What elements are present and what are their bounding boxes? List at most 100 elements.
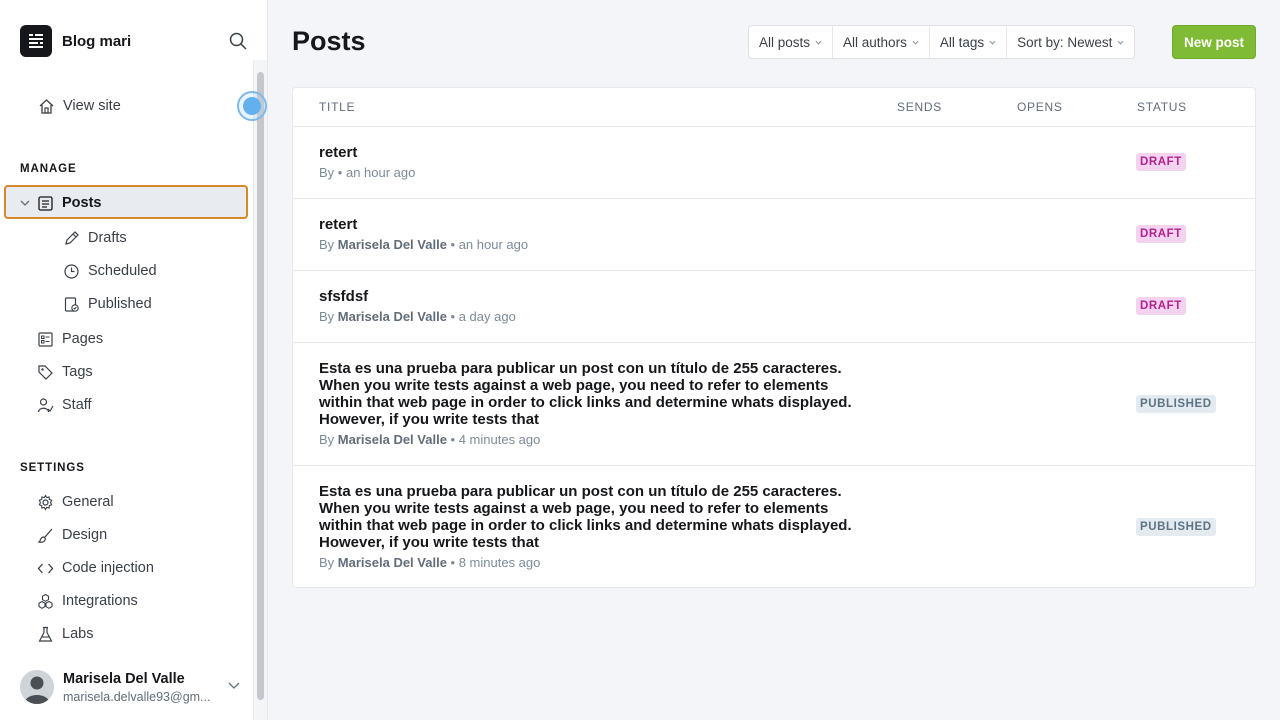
user-name: Marisela Del Valle	[63, 670, 185, 687]
post-time: a day ago	[458, 309, 516, 324]
chevron-down-icon	[815, 40, 822, 44]
filter-label: All authors	[843, 34, 907, 50]
post-author: Marisela Del Valle	[337, 237, 447, 252]
sidebar-item-label: Integrations	[62, 593, 138, 609]
sidebar-item-label: Code injection	[62, 560, 154, 576]
status-badge: DRAFT	[1136, 225, 1186, 243]
post-meta: By Marisela Del Valle • an hour ago	[319, 237, 529, 252]
sidebar-scrollbar-thumb[interactable]	[257, 72, 264, 700]
pages-icon	[36, 330, 54, 348]
page-title: Posts	[292, 26, 366, 56]
column-header-sends[interactable]: SENDS	[897, 100, 942, 114]
filter-post-type[interactable]: All posts	[749, 26, 834, 58]
code-icon	[36, 559, 54, 577]
status-badge: DRAFT	[1136, 297, 1186, 315]
clock-icon	[62, 262, 80, 280]
post-filters: All posts All authors All tags Sort by: …	[748, 25, 1136, 59]
flask-icon	[36, 625, 54, 643]
post-by: By	[319, 555, 335, 570]
sidebar-item-label: Published	[88, 296, 152, 312]
filter-label: All posts	[759, 34, 811, 50]
sidebar-item-label: Drafts	[88, 230, 127, 246]
post-author: Marisela Del Valle	[337, 555, 447, 570]
search-icon[interactable]	[228, 31, 248, 51]
post-by: By	[319, 237, 335, 252]
post-by: By	[319, 309, 335, 324]
user-menu[interactable]: Marisela Del Valle marisela.delvalle93@g…	[20, 670, 241, 704]
sidebar-item-label: General	[62, 494, 114, 510]
gear-icon	[36, 493, 54, 511]
filter-label: Sort by: Newest	[1017, 34, 1113, 50]
published-icon	[62, 295, 80, 313]
table-row[interactable]: sfsfdsf By Marisela Del Valle • a day ag…	[293, 271, 1255, 343]
chevron-down-icon[interactable]	[18, 194, 32, 212]
sidebar-item-integrations[interactable]: Integrations	[36, 592, 138, 610]
post-title[interactable]: retert	[319, 216, 864, 233]
manage-section-title: MANAGE	[20, 163, 77, 175]
post-title[interactable]: Esta es una prueba para publicar un post…	[319, 483, 864, 551]
brush-icon	[36, 526, 54, 544]
filter-tags[interactable]: All tags	[930, 26, 1008, 58]
filter-sort[interactable]: Sort by: Newest	[1007, 26, 1134, 58]
chevron-down-icon	[912, 40, 919, 44]
post-by: By	[319, 432, 335, 447]
sidebar-item-code-injection[interactable]: Code injection	[36, 559, 154, 577]
sidebar-item-label: Tags	[62, 364, 93, 380]
column-header-opens[interactable]: OPENS	[1017, 100, 1063, 114]
settings-section-title: SETTINGS	[20, 462, 85, 474]
status-badge: PUBLISHED	[1136, 395, 1216, 413]
sidebar-item-labs[interactable]: Labs	[36, 625, 93, 643]
sidebar-item-label: Labs	[62, 626, 94, 642]
sidebar-item-published[interactable]: Published	[62, 295, 152, 313]
tag-icon	[36, 363, 54, 381]
cursor-indicator	[237, 91, 267, 121]
sidebar-item-posts[interactable]: Posts	[18, 194, 102, 212]
sidebar: Blog mari View site MANAGE Posts Drafts …	[0, 0, 268, 720]
sidebar-item-label: Design	[62, 527, 108, 543]
status-badge: DRAFT	[1136, 153, 1186, 171]
blog-name[interactable]: Blog mari	[62, 33, 131, 50]
table-row[interactable]: retert By Marisela Del Valle • an hour a…	[293, 199, 1255, 271]
post-title[interactable]: Esta es una prueba para publicar un post…	[319, 360, 864, 428]
column-header-title[interactable]: TITLE	[319, 100, 355, 114]
post-title[interactable]: retert	[319, 144, 864, 161]
integrations-icon	[36, 592, 54, 610]
sidebar-item-pages[interactable]: Pages	[36, 330, 103, 348]
view-site-label: View site	[63, 98, 121, 114]
table-row[interactable]: retert By • an hour ago DRAFT	[293, 127, 1255, 199]
post-by: By	[319, 165, 335, 180]
sidebar-item-staff[interactable]: Staff	[36, 396, 92, 414]
post-meta: By Marisela Del Valle • a day ago	[319, 309, 516, 324]
blog-logo-icon[interactable]	[20, 25, 52, 57]
view-site-link[interactable]: View site	[37, 97, 121, 115]
post-time: an hour ago	[458, 237, 529, 252]
posts-table: TITLE SENDS OPENS STATUS retert By • an …	[292, 87, 1256, 588]
sidebar-item-general[interactable]: General	[36, 493, 114, 511]
chevron-down-icon	[989, 40, 996, 44]
pencil-icon	[62, 229, 80, 247]
avatar	[20, 670, 54, 704]
chevron-down-icon[interactable]	[227, 678, 241, 697]
post-title[interactable]: sfsfdsf	[319, 288, 864, 305]
post-time: an hour ago	[345, 165, 416, 180]
sidebar-header: Blog mari	[20, 25, 131, 57]
filter-authors[interactable]: All authors	[833, 26, 930, 58]
sidebar-item-scheduled[interactable]: Scheduled	[62, 262, 157, 280]
column-header-status[interactable]: STATUS	[1137, 100, 1187, 114]
staff-icon	[36, 396, 54, 414]
table-row[interactable]: Esta es una prueba para publicar un post…	[293, 343, 1255, 466]
post-meta: By Marisela Del Valle • 8 minutes ago	[319, 555, 541, 570]
sidebar-item-label: Pages	[62, 331, 104, 347]
post-meta: By Marisela Del Valle • 4 minutes ago	[319, 432, 541, 447]
sidebar-item-tags[interactable]: Tags	[36, 363, 93, 381]
sidebar-item-label: Staff	[62, 397, 92, 413]
home-icon	[37, 97, 55, 115]
chevron-down-icon	[1117, 40, 1124, 44]
sidebar-item-label: Scheduled	[88, 263, 157, 279]
sidebar-item-drafts[interactable]: Drafts	[62, 229, 127, 247]
new-post-button[interactable]: New post	[1172, 25, 1256, 59]
posts-icon	[36, 194, 54, 212]
sidebar-item-design[interactable]: Design	[36, 526, 107, 544]
table-row[interactable]: Esta es una prueba para publicar un post…	[293, 466, 1255, 588]
status-badge: PUBLISHED	[1136, 518, 1216, 536]
